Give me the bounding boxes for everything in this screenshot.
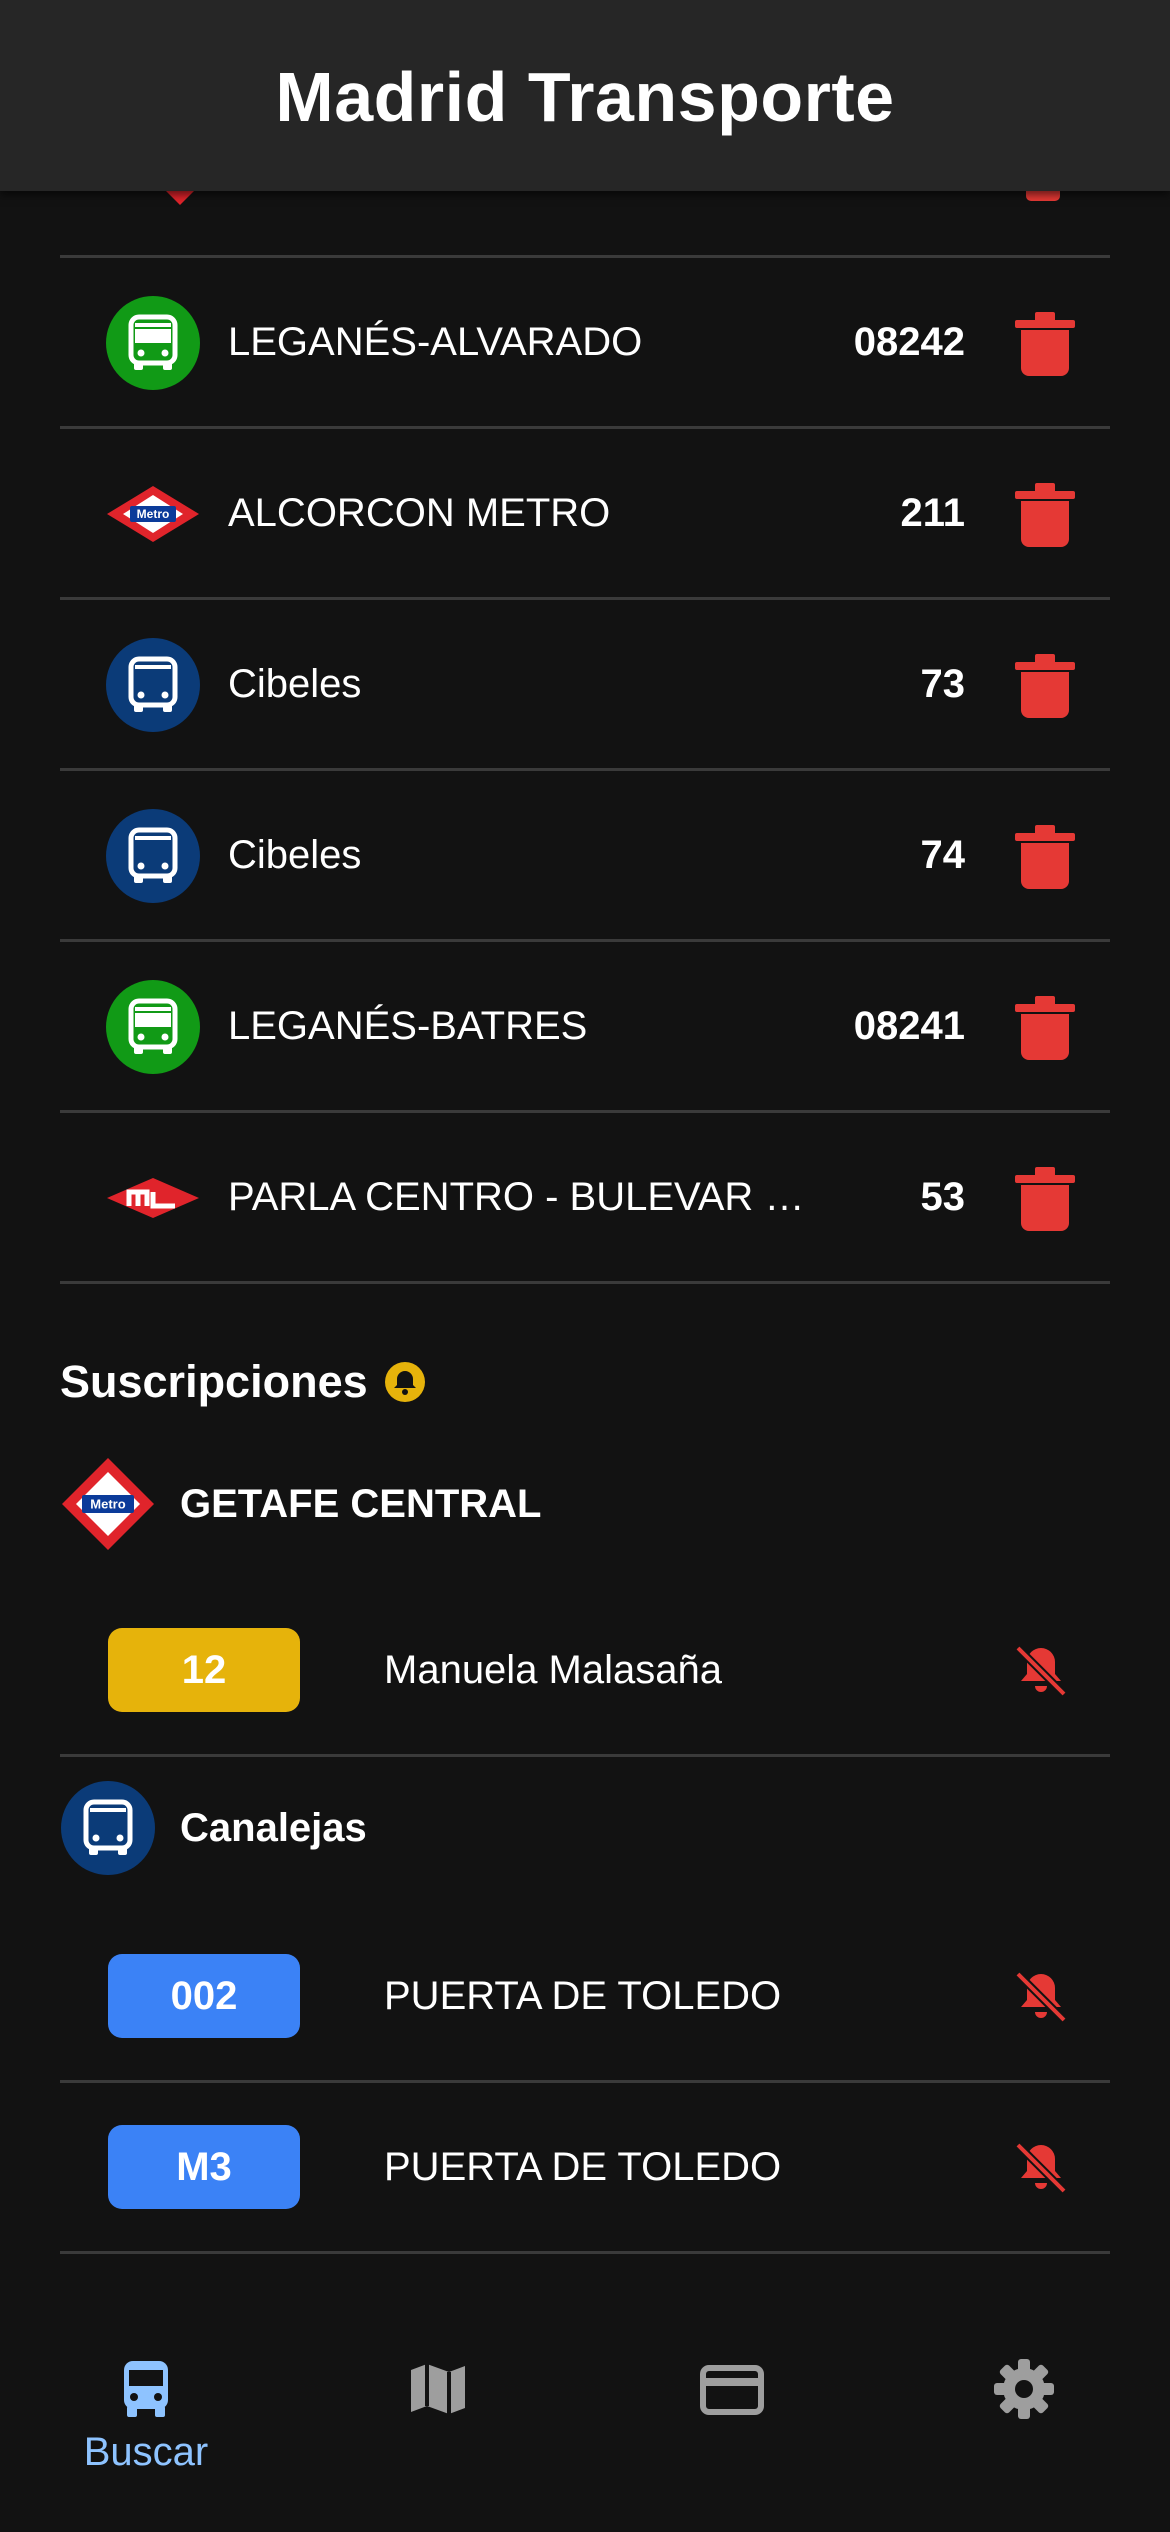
green-bus-icon xyxy=(106,980,200,1074)
favorite-row[interactable]: Metro ALCORCON METRO 211 xyxy=(60,429,1110,600)
favorite-row[interactable]: LEGANÉS-BATRES 08241 xyxy=(60,942,1110,1113)
bell-icon xyxy=(384,1362,425,1402)
trash-icon[interactable] xyxy=(1015,654,1075,718)
stop-code: 73 xyxy=(920,661,966,706)
metro-logo-icon: Metro xyxy=(107,486,199,542)
subscription-line-row[interactable]: M3 PUERTA DE TOLEDO xyxy=(60,2083,1110,2254)
svg-text:Metro: Metro xyxy=(137,507,170,521)
blue-bus-icon xyxy=(106,638,200,732)
line-badge: 002 xyxy=(108,1954,300,2038)
stop-name: Cibeles xyxy=(228,661,362,706)
bell-off-icon[interactable] xyxy=(1010,1640,1072,1702)
metro-ligero-logo-icon xyxy=(107,1178,199,1218)
app-header: Madrid Transporte xyxy=(0,0,1170,191)
stop-name: LEGANÉS-BATRES xyxy=(228,1003,588,1048)
nav-card[interactable] xyxy=(622,2356,842,2422)
trash-icon[interactable] xyxy=(1015,1167,1075,1231)
line-destination: PUERTA DE TOLEDO xyxy=(384,1973,782,2018)
stop-code: 211 xyxy=(900,490,965,535)
svg-text:Metro: Metro xyxy=(90,1497,125,1512)
line-badge: M3 xyxy=(108,2125,300,2209)
subscription-stop-name: GETAFE CENTRAL xyxy=(180,1481,542,1526)
line-destination: Manuela Malasaña xyxy=(384,1647,722,1692)
stop-name: PARLA CENTRO - BULEVAR NO… xyxy=(228,1174,828,1219)
blue-bus-icon xyxy=(106,809,200,903)
stop-code: 53 xyxy=(920,1174,966,1219)
stop-code: 74 xyxy=(920,832,966,877)
nav-search[interactable]: Buscar xyxy=(36,2356,256,2475)
favorite-row[interactable]: Cibeles 74 xyxy=(60,771,1110,942)
nav-search-label: Buscar xyxy=(83,2430,209,2474)
stop-code: 08241 xyxy=(853,1003,965,1048)
subscription-line-row[interactable]: 002 PUERTA DE TOLEDO xyxy=(60,1912,1110,2083)
line-destination: PUERTA DE TOLEDO xyxy=(384,2144,782,2189)
subscription-stop[interactable]: Metro GETAFE CENTRAL xyxy=(60,1456,541,1552)
subscription-line-row[interactable]: 12 Manuela Malasaña xyxy=(60,1586,1110,1757)
favorite-row[interactable]: PARLA CENTRO - BULEVAR NO… 53 xyxy=(60,1113,1110,1284)
trash-icon[interactable] xyxy=(1015,996,1075,1060)
subscriptions-title: Suscripciones xyxy=(60,1356,368,1407)
subscription-stop-name: Canalejas xyxy=(180,1805,367,1850)
metro-logo-icon: Metro xyxy=(62,1458,154,1550)
nav-settings[interactable] xyxy=(914,2356,1134,2422)
stop-code: 08242 xyxy=(853,319,965,364)
trash-icon[interactable] xyxy=(1015,825,1075,889)
favorite-row[interactable]: LEGANÉS-ALVARADO 08242 xyxy=(60,258,1110,429)
bell-off-icon[interactable] xyxy=(1010,1966,1072,2028)
stop-name: LEGANÉS-ALVARADO xyxy=(228,319,643,364)
trash-icon[interactable] xyxy=(1015,312,1075,376)
app-title: Madrid Transporte xyxy=(275,57,895,136)
bottom-navigation: Buscar xyxy=(0,2318,1170,2532)
nav-map[interactable] xyxy=(328,2356,548,2422)
gear-icon xyxy=(994,2359,1054,2419)
card-icon xyxy=(700,2365,764,2415)
stop-name: ALCORCON METRO xyxy=(228,490,611,535)
stop-name: Cibeles xyxy=(228,832,362,877)
blue-bus-icon xyxy=(61,1781,155,1875)
green-bus-icon xyxy=(106,296,200,390)
subscription-stop[interactable]: Canalejas xyxy=(60,1780,367,1876)
favorite-row[interactable]: Cibeles 73 xyxy=(60,600,1110,771)
bus-icon xyxy=(124,2361,168,2417)
favorites-list: LEGANÉS-ALVARADO 08242 Metro ALCORCON ME… xyxy=(60,258,1110,1284)
trash-icon[interactable] xyxy=(1015,483,1075,547)
bell-off-icon[interactable] xyxy=(1010,2137,1072,2199)
subscriptions-heading: Suscripciones xyxy=(60,1352,426,1412)
line-badge: 12 xyxy=(108,1628,300,1712)
map-icon xyxy=(411,2364,465,2414)
